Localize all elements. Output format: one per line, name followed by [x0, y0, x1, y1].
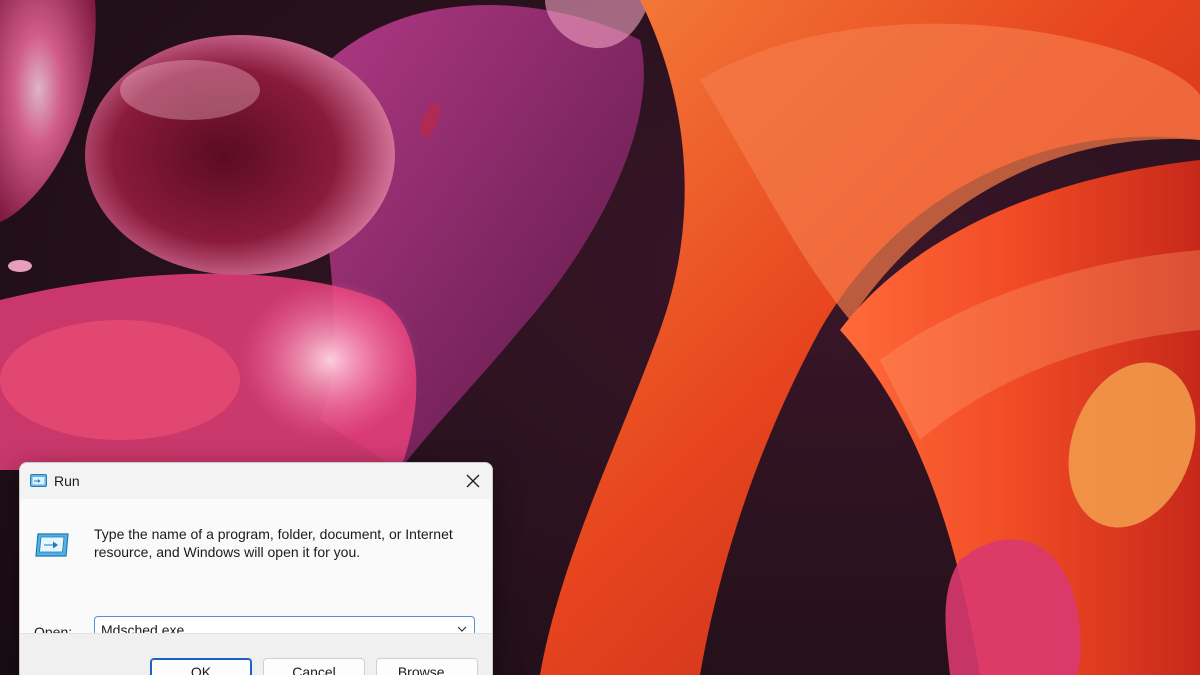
dialog-footer: OK Cancel Browse...: [20, 633, 492, 675]
title-bar[interactable]: Run: [20, 463, 492, 499]
dialog-content: Type the name of a program, folder, docu…: [20, 499, 492, 643]
dialog-description: Type the name of a program, folder, docu…: [94, 526, 453, 560]
close-button[interactable]: [460, 468, 486, 494]
ok-button[interactable]: OK: [150, 658, 252, 675]
window-title: Run: [54, 473, 80, 489]
cancel-button[interactable]: Cancel: [263, 658, 365, 675]
run-dialog: Run Type the name of a program, folder, …: [19, 462, 493, 675]
run-program-icon: [35, 533, 69, 557]
browse-button[interactable]: Browse...: [376, 658, 478, 675]
close-icon: [466, 474, 480, 488]
desktop: Run Type the name of a program, folder, …: [0, 0, 1200, 675]
run-app-icon: [30, 474, 47, 487]
